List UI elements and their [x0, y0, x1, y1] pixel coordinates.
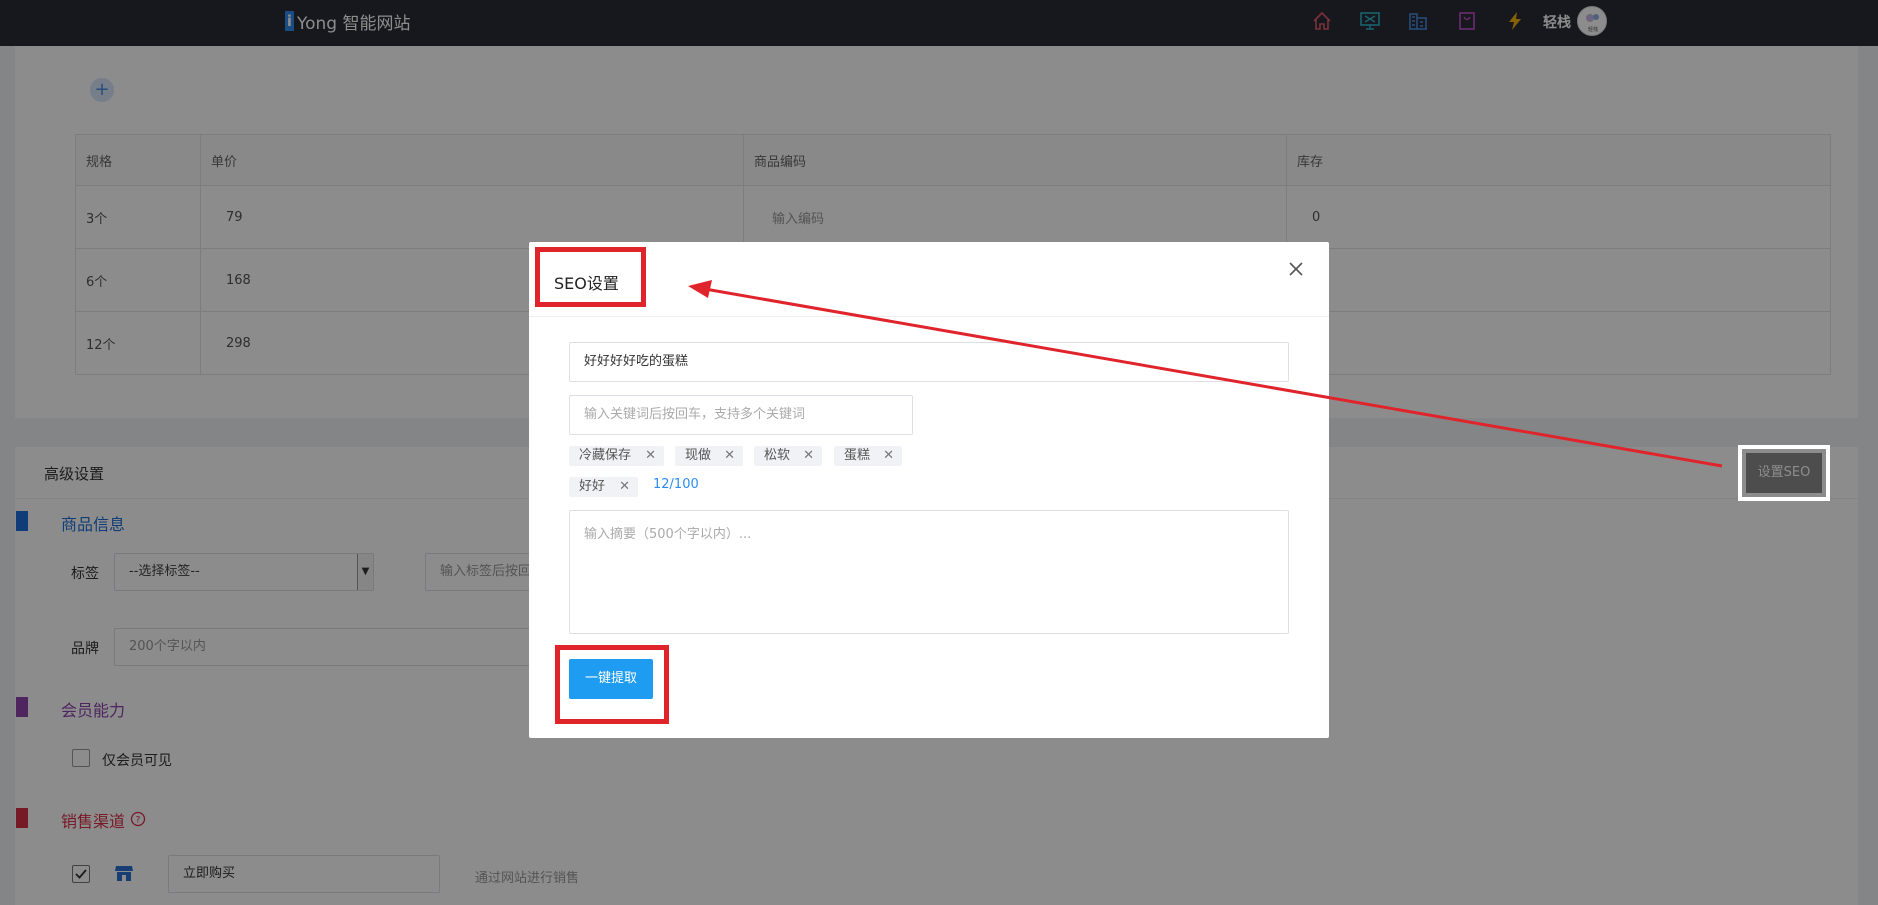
annotation-arrow [688, 280, 1723, 468]
